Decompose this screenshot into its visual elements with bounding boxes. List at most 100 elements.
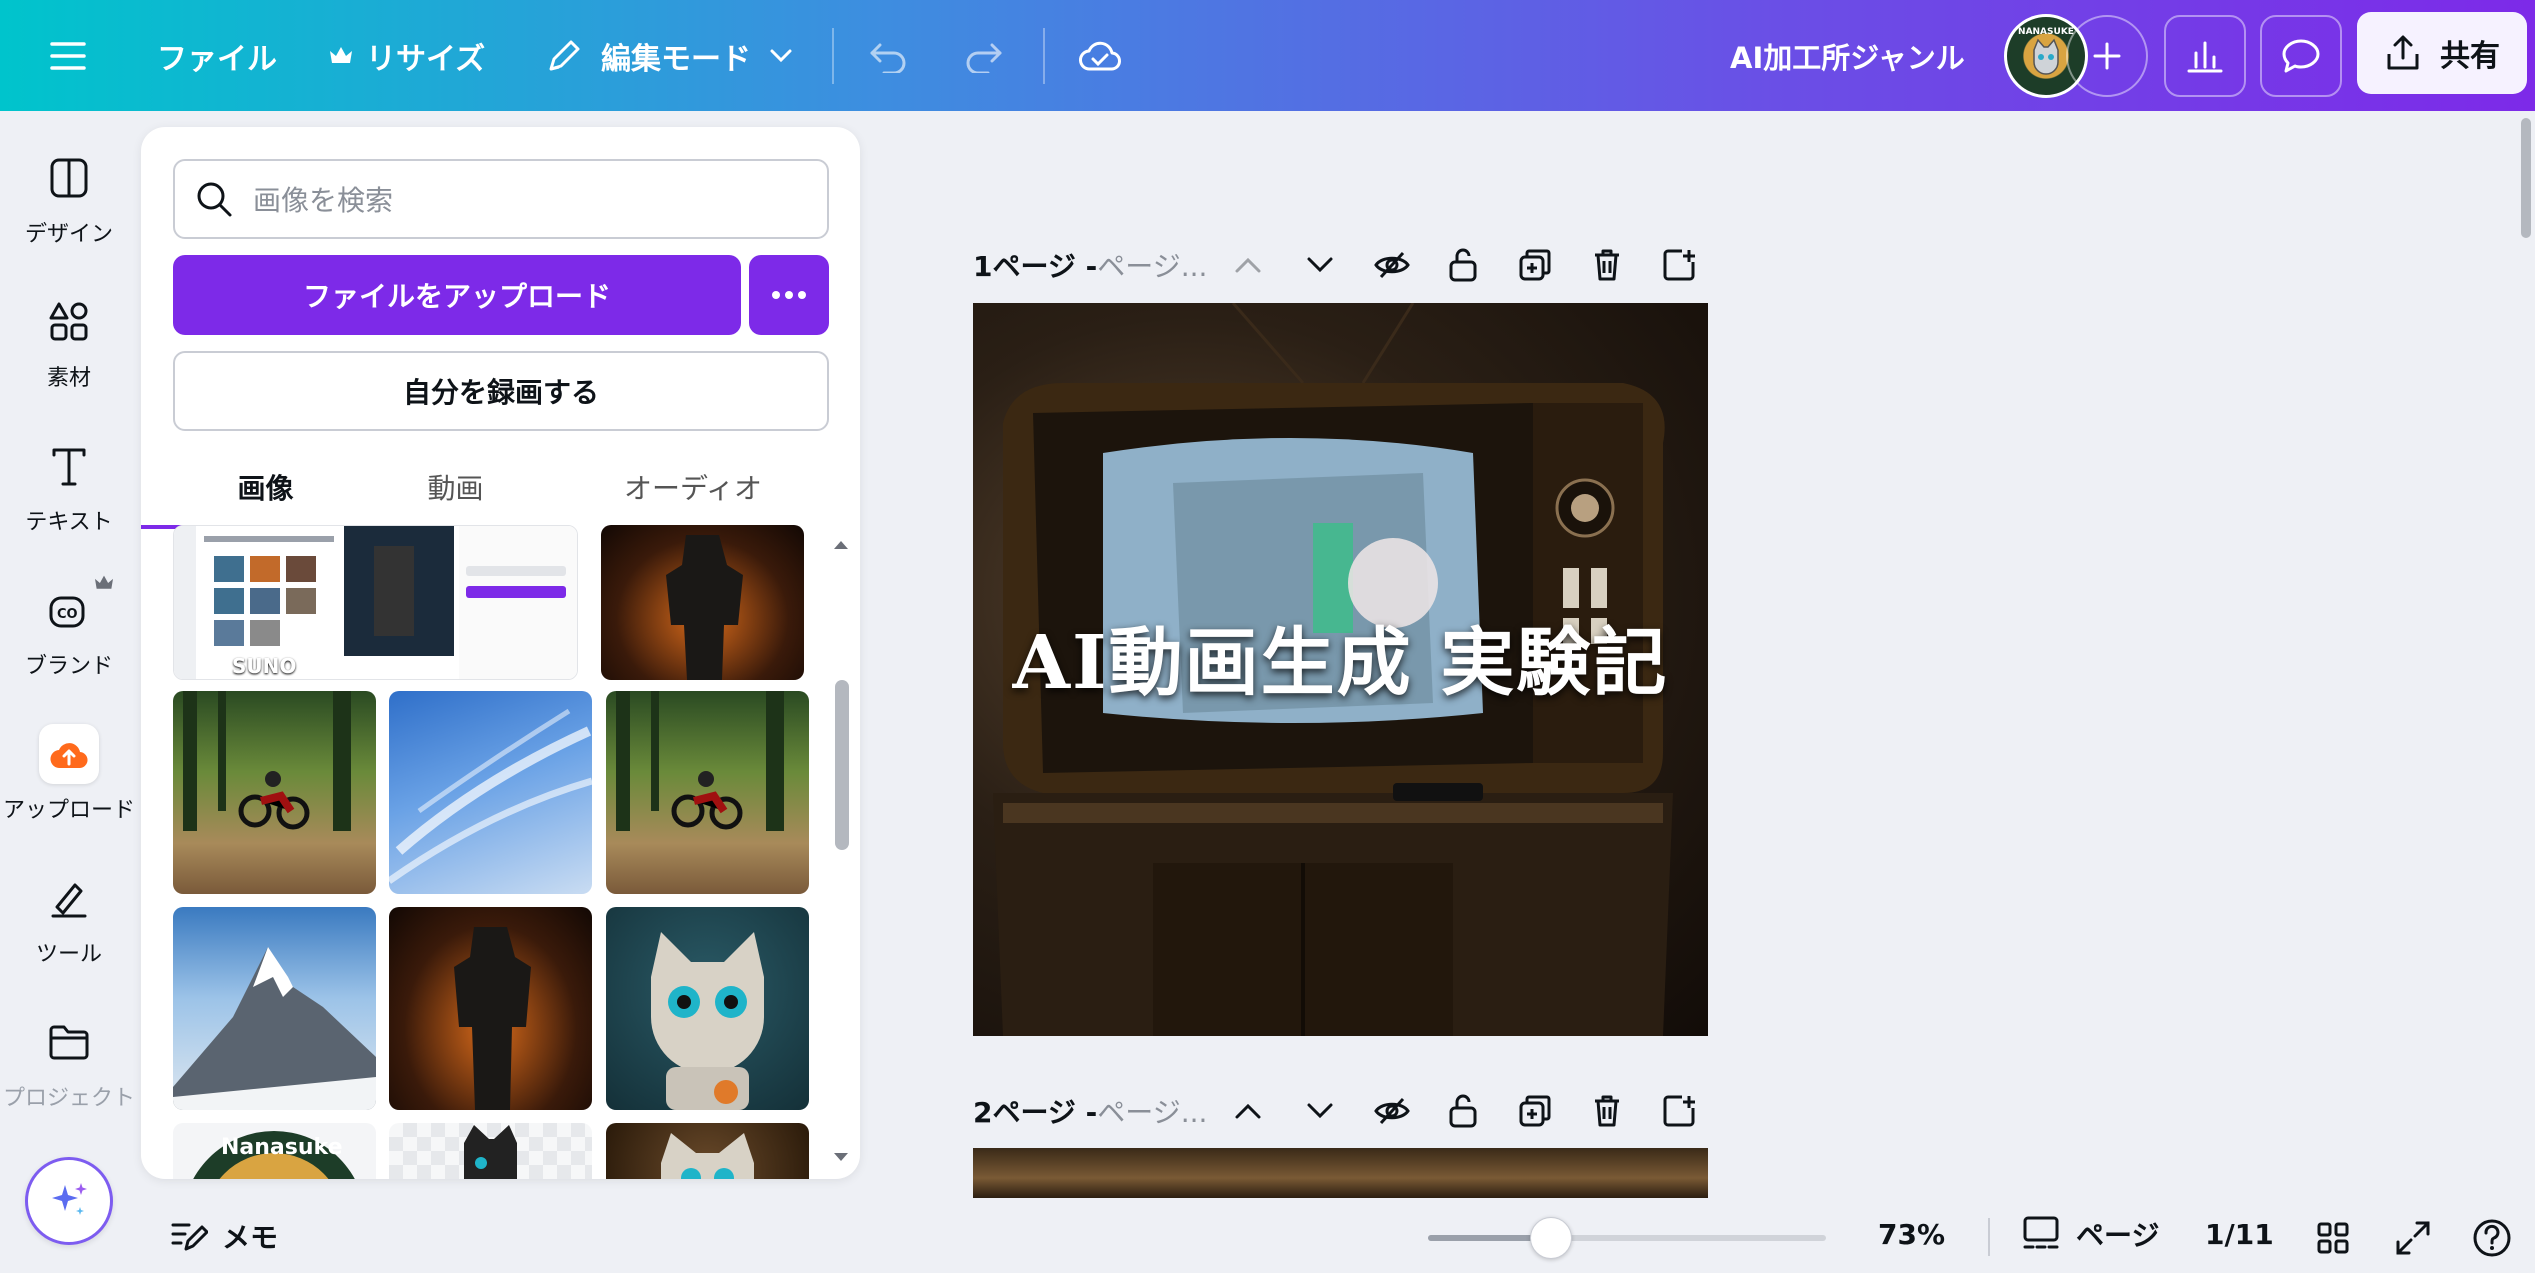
file-menu[interactable]: ファイル	[157, 0, 277, 111]
cat-head-image	[464, 1125, 517, 1179]
comments-button[interactable]	[2260, 15, 2342, 97]
page-move-up-button[interactable]	[1228, 245, 1268, 285]
upload-thumbnail[interactable]	[389, 907, 592, 1110]
redo-button[interactable]	[962, 0, 1004, 111]
notes-button[interactable]: メモ	[170, 1216, 278, 1256]
tab-videos[interactable]: 動画	[363, 457, 548, 517]
design-icon	[39, 148, 99, 208]
upload-thumbnail[interactable]	[601, 525, 804, 680]
share-label: 共有	[2440, 39, 2500, 74]
upload-thumbnail[interactable]	[173, 691, 376, 894]
uploads-grid: SUNO Nanasuke	[173, 525, 813, 1179]
share-button[interactable]: 共有	[2357, 12, 2527, 94]
pages-label: ページ	[2076, 1219, 2160, 1252]
upload-thumbnail[interactable]: Nanasuke	[173, 1123, 376, 1179]
duplicate-icon	[1519, 1095, 1551, 1127]
upload-thumbnail[interactable]	[606, 691, 809, 894]
sky-clouds	[389, 708, 592, 884]
record-yourself-button[interactable]: 自分を録画する	[173, 351, 829, 431]
resize-button[interactable]: リサイズ	[328, 0, 485, 111]
zoom-slider-handle[interactable]	[1530, 1217, 1573, 1259]
page-counter: 1/11	[2205, 1218, 2274, 1251]
upload-files-button[interactable]: ファイルをアップロード	[173, 255, 741, 335]
scroll-up-arrow-icon	[834, 541, 848, 549]
upload-thumbnail[interactable]	[389, 1123, 592, 1179]
zoom-level[interactable]: 73%	[1878, 1218, 1945, 1251]
lock-icon	[1449, 1094, 1477, 1128]
page-1-title-text[interactable]: AI動画生成 実験記	[973, 603, 1708, 710]
panel-scroll-thumb[interactable]	[835, 680, 849, 850]
rail-tools[interactable]: ツール	[0, 868, 138, 968]
image-search-field[interactable]: 画像を検索	[173, 159, 829, 239]
more-options-button[interactable]	[749, 255, 829, 335]
upload-thumbnail[interactable]: SUNO	[173, 525, 578, 680]
bottom-bar: メモ 73% ページ 1/11	[0, 1198, 2535, 1273]
page-2-canvas[interactable]	[973, 1148, 1708, 1198]
chevron-down-icon	[1307, 1103, 1333, 1119]
tools-icon	[39, 868, 99, 928]
search-placeholder: 画像を検索	[253, 184, 394, 217]
fullscreen-button[interactable]	[2391, 1216, 2435, 1260]
page-1-title-field[interactable]: ページ...	[1097, 245, 1207, 285]
robot-cat-image	[651, 932, 764, 1110]
page-move-down-button[interactable]	[1300, 245, 1340, 285]
upload-thumbnail[interactable]	[606, 907, 809, 1110]
cat-avatar-icon	[2033, 38, 2059, 75]
page-1-header: 1ページ - ページ...	[973, 240, 1695, 290]
rail-upload[interactable]: アップロード	[0, 724, 138, 824]
search-icon	[197, 182, 232, 217]
tab-images[interactable]: 画像	[173, 457, 358, 517]
pages-layout-icon	[2023, 1216, 2059, 1249]
upload-thumbnail[interactable]	[389, 691, 592, 894]
tab-audio[interactable]: オーディオ	[563, 457, 823, 517]
toolbar-divider	[1043, 28, 1045, 84]
page-1-name: 1ページ -	[973, 250, 1098, 283]
duplicate-icon	[1519, 249, 1551, 281]
rail-brand[interactable]: CO ブランド	[0, 575, 138, 680]
notes-icon	[171, 1223, 208, 1251]
rail-projects[interactable]: プロジェクト	[0, 1012, 138, 1112]
page-add-button[interactable]	[1659, 245, 1699, 285]
rail-elements[interactable]: 素材	[0, 292, 138, 392]
page-duplicate-button[interactable]	[1515, 245, 1555, 285]
pages-view-button[interactable]: ページ	[2022, 1214, 2159, 1254]
save-status-button[interactable]	[1078, 0, 1122, 111]
page-move-up-button[interactable]	[1228, 1091, 1268, 1131]
upload-thumbnail[interactable]	[606, 1123, 809, 1179]
add-collaborator-button[interactable]	[2066, 15, 2148, 97]
page-hide-button[interactable]	[1372, 245, 1412, 285]
avatar-text: NANASUKE	[2018, 27, 2074, 37]
add-page-icon	[1663, 1095, 1695, 1127]
menu-button[interactable]	[48, 0, 88, 111]
share-upload-icon	[2387, 35, 2419, 70]
undo-button[interactable]	[868, 0, 910, 111]
canvas-scrollbar[interactable]	[2521, 118, 2531, 238]
page-hide-button[interactable]	[1372, 1091, 1412, 1131]
project-name[interactable]: AI加工所ジャンル	[1730, 0, 1965, 111]
bar-chart-icon	[2187, 41, 2223, 73]
redo-icon	[966, 43, 1002, 73]
insights-button[interactable]	[2164, 15, 2246, 97]
page-delete-button[interactable]	[1587, 245, 1627, 285]
folder-icon	[39, 1012, 99, 1072]
grid-view-button[interactable]	[2311, 1216, 2355, 1260]
help-icon	[2473, 1219, 2511, 1257]
page-duplicate-button[interactable]	[1515, 1091, 1555, 1131]
page-1-canvas[interactable]: AI動画生成 実験記	[973, 303, 1708, 1036]
page-2-title-field[interactable]: ページ...	[1097, 1091, 1207, 1131]
comment-icon	[2282, 39, 2320, 73]
edit-mode-dropdown[interactable]: 編集モード	[545, 0, 793, 111]
upload-thumbnail[interactable]	[173, 907, 376, 1110]
bottom-divider	[1988, 1218, 1990, 1256]
page-lock-button[interactable]	[1443, 245, 1483, 285]
page-lock-button[interactable]	[1443, 1091, 1483, 1131]
rail-design[interactable]: デザイン	[0, 148, 138, 248]
rail-text[interactable]: テキスト	[0, 436, 138, 536]
more-dots-icon	[772, 291, 806, 299]
rail-brand-label: ブランド	[24, 654, 113, 679]
page-add-button[interactable]	[1659, 1091, 1699, 1131]
eye-hide-icon	[1374, 1097, 1410, 1125]
page-delete-button[interactable]	[1587, 1091, 1627, 1131]
page-move-down-button[interactable]	[1300, 1091, 1340, 1131]
help-button[interactable]	[2470, 1216, 2514, 1260]
